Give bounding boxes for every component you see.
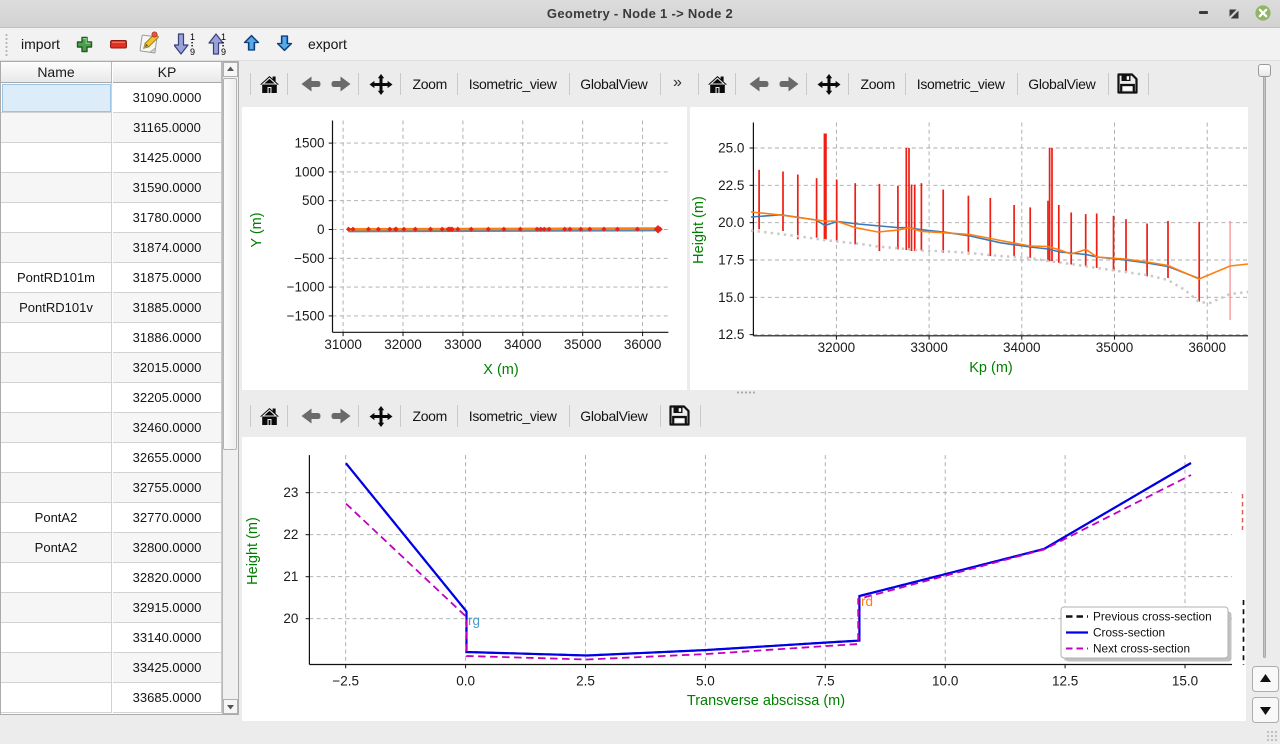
svg-text:35000: 35000 [564,337,602,352]
svg-text:31000: 31000 [324,337,362,352]
svg-text:Previous cross-section: Previous cross-section [1093,610,1212,624]
svg-text:−2.5: −2.5 [332,674,359,689]
svg-text:21: 21 [283,569,298,584]
svg-text:9: 9 [221,47,226,57]
svg-text:1000: 1000 [294,164,324,179]
svg-text:36000: 36000 [1188,340,1226,355]
svg-text:−500: −500 [294,251,324,266]
svg-text:5.0: 5.0 [696,674,715,689]
svg-text:9: 9 [190,47,195,57]
svg-text:36000: 36000 [624,337,662,352]
svg-text:34000: 34000 [1003,340,1041,355]
svg-text:1500: 1500 [294,136,324,151]
svg-text:33000: 33000 [910,340,948,355]
svg-text:0.0: 0.0 [456,674,475,689]
svg-text:33000: 33000 [444,337,482,352]
svg-text:Kp (m): Kp (m) [969,360,1013,376]
svg-text:32000: 32000 [818,340,856,355]
svg-text:500: 500 [302,193,325,208]
svg-text:0: 0 [317,222,325,237]
svg-text:15.0: 15.0 [718,290,744,305]
svg-text:20.0: 20.0 [718,215,744,230]
svg-text:−1000: −1000 [287,280,325,295]
svg-text:35000: 35000 [1096,340,1134,355]
svg-text:25.0: 25.0 [718,141,744,156]
svg-text:22: 22 [283,527,298,542]
svg-text:Transverse abscissa (m): Transverse abscissa (m) [687,693,845,709]
svg-text:34000: 34000 [504,337,542,352]
svg-text:15.0: 15.0 [1172,674,1198,689]
svg-text:Height (m): Height (m) [691,196,707,264]
svg-text:12.5: 12.5 [1052,674,1078,689]
svg-text:32000: 32000 [384,337,422,352]
svg-text:Y (m): Y (m) [249,212,265,247]
svg-text:Next cross-section: Next cross-section [1093,642,1190,656]
svg-text:23: 23 [283,485,298,500]
svg-text:1: 1 [221,32,226,42]
svg-text:Height (m): Height (m) [245,517,261,585]
svg-text:12.5: 12.5 [718,327,744,342]
svg-text:rg: rg [468,613,480,628]
svg-text:rd: rd [861,594,873,609]
svg-text:X (m): X (m) [483,362,518,378]
svg-text:1: 1 [190,32,195,42]
svg-text:2.5: 2.5 [576,674,595,689]
svg-text:22.5: 22.5 [718,178,744,193]
svg-text:Cross-section: Cross-section [1093,626,1165,640]
svg-text:10.0: 10.0 [932,674,958,689]
svg-text:17.5: 17.5 [718,252,744,267]
svg-text:20: 20 [283,611,298,626]
svg-text:7.5: 7.5 [816,674,835,689]
svg-text:−1500: −1500 [287,308,325,323]
